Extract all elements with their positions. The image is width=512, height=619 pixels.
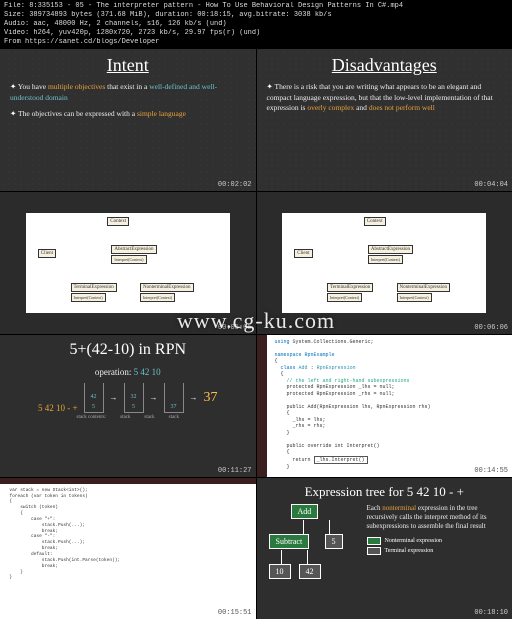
timestamp: 00:15:51 xyxy=(218,609,252,617)
panel-uml-2: Context Client AbstractExpression Interp… xyxy=(257,192,512,334)
meta-file: File: 8:335153 - 05 - The interpreter pa… xyxy=(4,2,508,11)
uml-context: Context xyxy=(107,217,129,226)
uml-nonterminal-method: Interpret(Context) xyxy=(140,293,175,302)
uml-abstract: AbstractExpression xyxy=(111,245,156,254)
rpn-visual: 5 42 10 - + 42 5 → 32 5 → 37 → 37 xyxy=(10,383,246,413)
rpn-operation: operation: 5 42 10 xyxy=(10,367,246,377)
timestamp: 00:02:02 xyxy=(218,181,252,189)
legend-terminal-swatch xyxy=(367,547,381,555)
node-42: 42 xyxy=(299,564,321,579)
ubuntu-titlebar xyxy=(0,478,256,484)
stack-1: 42 5 xyxy=(84,383,104,413)
arrow-icon: → xyxy=(150,393,158,402)
node-5: 5 xyxy=(325,534,343,549)
node-subtract: Subtract xyxy=(269,534,310,549)
uml-client: Client xyxy=(38,249,56,258)
uml-diagram: Context Client AbstractExpression Interp… xyxy=(282,213,486,312)
code-editor: using System.Collections.Generic; namesp… xyxy=(275,339,509,471)
timestamp: 00:04:04 xyxy=(474,181,508,189)
panel-ide: var stack = new Stack<int>(); foreach (v… xyxy=(0,478,256,619)
node-add: Add xyxy=(291,504,319,519)
rpn-input: 5 42 10 - + xyxy=(38,403,78,413)
ide-editor: var stack = new Stack<int>(); foreach (v… xyxy=(4,488,252,582)
thumbnail-grid: www.cg-ku.com Intent You have multiple o… xyxy=(0,49,512,619)
etree-description: Each nonterminal expression in the tree … xyxy=(367,504,507,531)
tree-diagram: Add Subtract 5 10 42 xyxy=(263,504,363,594)
node-10: 10 xyxy=(269,564,291,579)
ubuntu-launcher xyxy=(257,335,267,477)
panel-code: using System.Collections.Generic; namesp… xyxy=(257,335,512,477)
timestamp: 00:18:10 xyxy=(474,609,508,617)
meta-source: From https://sanet.cd/blogs/Developer xyxy=(4,38,508,47)
panel-disadvantages: Disadvantages There is a risk that you a… xyxy=(257,49,512,191)
intent-bullet-2: The objectives can be expressed with a s… xyxy=(10,109,246,120)
rpn-title: 5+(42-10) in RPN xyxy=(10,341,246,359)
panel-uml-1: Context Client AbstractExpression Interp… xyxy=(0,192,256,334)
legend: Nonterminal expression Terminal expressi… xyxy=(367,537,507,555)
intent-title: Intent xyxy=(10,55,246,76)
stack-2: 32 5 xyxy=(124,383,144,413)
uml-diagram: Context Client AbstractExpression Interp… xyxy=(26,213,230,312)
uml-terminal: TerminalExpression xyxy=(71,283,117,292)
timestamp: 00:14:55 xyxy=(474,467,508,475)
meta-video: Video: h264, yuv420p, 1280x720, 2723 kb/… xyxy=(4,29,508,38)
arrow-icon: → xyxy=(110,393,118,402)
etree-title: Expression tree for 5 42 10 - + xyxy=(263,484,507,500)
uml-nonterminal: NonterminalExpression xyxy=(140,283,194,292)
panel-expression-tree: Expression tree for 5 42 10 - + Add Subt… xyxy=(257,478,512,619)
uml-terminal-method: Interpret(Context) xyxy=(71,293,106,302)
meta-size: Size: 389734893 bytes (371.68 MiB), dura… xyxy=(4,11,508,20)
panel-intent: Intent You have multiple objectives that… xyxy=(0,49,256,191)
timestamp: 00:05:05 xyxy=(218,324,252,332)
rpn-result: 37 xyxy=(204,390,218,406)
stack-3: 37 xyxy=(164,383,184,413)
intent-bullet-1: You have multiple objectives that exist … xyxy=(10,82,246,103)
disadv-title: Disadvantages xyxy=(267,55,503,76)
meta-audio: Audio: aac, 48000 Hz, 2 channels, s16, 1… xyxy=(4,20,508,29)
arrow-icon: → xyxy=(190,393,198,402)
timestamp: 00:11:27 xyxy=(218,467,252,475)
uml-abstract-method: Interpret(Context) xyxy=(111,255,146,264)
legend-nonterminal-swatch xyxy=(367,537,381,545)
file-metadata: File: 8:335153 - 05 - The interpreter pa… xyxy=(0,0,512,49)
timestamp: 00:06:06 xyxy=(474,324,508,332)
panel-rpn: 5+(42-10) in RPN operation: 5 42 10 5 42… xyxy=(0,335,256,477)
disadv-bullet: There is a risk that you are writing wha… xyxy=(267,82,503,114)
